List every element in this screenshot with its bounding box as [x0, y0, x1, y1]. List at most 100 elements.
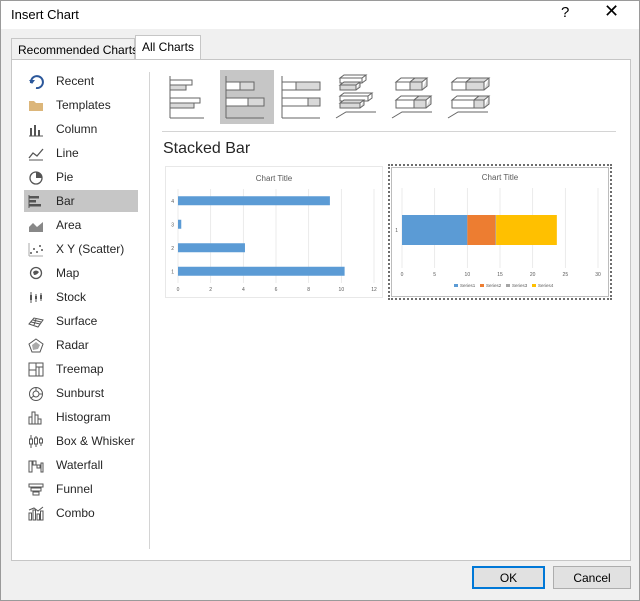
bar: [178, 219, 182, 229]
sidebar-item-x-y-scatter[interactable]: X Y (Scatter): [24, 238, 138, 260]
sidebar-item-area[interactable]: Area: [24, 214, 138, 236]
line-chart-icon: [28, 146, 44, 161]
subtype-3d-stacked-bar-icon[interactable]: [388, 70, 442, 124]
subtype-stacked-bar-icon[interactable]: [220, 70, 274, 124]
sidebar-item-label: Waterfall: [56, 458, 103, 472]
sidebar-item-pie[interactable]: Pie: [24, 166, 138, 188]
folder-icon: [28, 98, 44, 112]
legend-swatch: [506, 284, 510, 287]
x-tick-label: 10: [465, 272, 471, 278]
horizontal-divider: [162, 131, 616, 132]
y-tick-label: 1: [171, 269, 174, 275]
chart-preview-2[interactable]: Chart Title 0 5 10 15 20 25 30 1 Series1 Series2 S…: [388, 164, 612, 300]
selected-chart-name: Stacked Bar: [163, 140, 251, 157]
sidebar-item-funnel[interactable]: Funnel: [24, 478, 138, 500]
sidebar-item-label: Line: [56, 146, 79, 160]
x-tick-label: 5: [433, 272, 436, 278]
sidebar-item-label: Templates: [56, 98, 111, 112]
cancel-button[interactable]: Cancel: [553, 566, 631, 589]
sidebar-item-label: Sunburst: [56, 386, 105, 400]
sidebar-item-label: Funnel: [56, 482, 93, 496]
legend-swatch: [454, 284, 458, 287]
waterfall-icon: [28, 458, 44, 473]
y-tick-label: 1: [395, 228, 398, 234]
sidebar-item-recent[interactable]: Recent: [24, 70, 138, 92]
x-tick-label: 30: [595, 272, 601, 278]
sidebar-item-label: Column: [56, 122, 98, 136]
sidebar-item-map[interactable]: Map: [24, 262, 138, 284]
sidebar-item-stock[interactable]: Stock: [24, 286, 138, 308]
tab-all-charts[interactable]: All Charts: [135, 35, 201, 60]
subtype-3d-clustered-bar-icon[interactable]: [332, 70, 386, 124]
area-chart-icon: [28, 218, 44, 232]
x-tick-label: 4: [242, 287, 245, 293]
sidebar-item-label: X Y (Scatter): [56, 242, 125, 256]
sidebar-item-sunburst[interactable]: Sunburst: [24, 382, 138, 404]
sidebar-item-label: Combo: [56, 506, 95, 520]
sidebar-item-surface[interactable]: Surface: [24, 310, 138, 332]
scatter-chart-icon: [28, 242, 44, 257]
sidebar-item-line[interactable]: Line: [24, 142, 138, 164]
x-tick-label: 20: [530, 272, 536, 278]
title-bar: Insert Chart ? ✕: [1, 1, 639, 29]
sidebar-item-combo[interactable]: Combo: [24, 502, 138, 524]
stacked-bar-chart-preview: 0 5 10 15 20 25 30 1 Series1 Series2 Series3 Series…: [395, 188, 601, 288]
sidebar-item-treemap[interactable]: Treemap: [24, 358, 138, 380]
legend-label: Series1: [460, 283, 476, 288]
sidebar-item-label: Recent: [56, 74, 95, 88]
funnel-icon: [28, 482, 44, 496]
x-tick-label: 10: [339, 287, 345, 293]
x-tick-label: 25: [563, 272, 569, 278]
all-charts-panel: Recent Templates Column Line Pie Bar Area X Y (…: [11, 59, 631, 561]
legend-label: Series3: [512, 283, 528, 288]
vertical-divider: [149, 72, 150, 549]
bar: [178, 266, 345, 276]
column-chart-icon: [28, 122, 44, 137]
subtype-clustered-bar-icon[interactable]: [164, 70, 218, 124]
histogram-icon: [28, 410, 44, 425]
x-tick-label: 0: [401, 272, 404, 278]
x-tick-label: 0: [177, 287, 180, 293]
radar-chart-icon: [28, 338, 44, 353]
sidebar-item-label: Stock: [56, 290, 87, 304]
sidebar-item-label: Treemap: [56, 362, 104, 376]
close-button[interactable]: ✕: [604, 1, 619, 22]
box-whisker-icon: [28, 434, 44, 448]
sidebar-item-column[interactable]: Column: [24, 118, 138, 140]
sidebar-item-box-whisker[interactable]: Box & Whisker: [24, 430, 138, 452]
y-tick-label: 3: [171, 222, 174, 228]
bar-chart-icon: [28, 194, 44, 208]
combo-chart-icon: [28, 506, 44, 521]
sidebar-item-label: Area: [56, 218, 82, 232]
subtype-3d-100-stacked-bar-icon[interactable]: [444, 70, 498, 124]
bar-segment: [495, 215, 497, 245]
surface-chart-icon: [28, 314, 44, 328]
x-tick-label: 8: [307, 287, 310, 293]
ok-button[interactable]: OK: [472, 566, 545, 589]
help-button[interactable]: ?: [561, 4, 569, 21]
x-tick-label: 2: [209, 287, 212, 293]
x-tick-label: 15: [497, 272, 503, 278]
bar-chart-preview: 0 2 4 6 8 10 121234: [171, 189, 377, 293]
map-chart-icon: [28, 266, 44, 280]
tab-recommended-charts[interactable]: Recommended Charts: [11, 38, 138, 60]
sidebar-item-waterfall[interactable]: Waterfall: [24, 454, 138, 476]
legend-label: Series4: [538, 283, 554, 288]
y-tick-label: 2: [171, 246, 174, 252]
sidebar-item-histogram[interactable]: Histogram: [24, 406, 138, 428]
sidebar-item-label: Pie: [56, 170, 74, 184]
bar: [178, 196, 330, 206]
sidebar-item-label: Surface: [56, 314, 98, 328]
sidebar-item-templates[interactable]: Templates: [24, 94, 138, 116]
sidebar-item-radar[interactable]: Radar: [24, 334, 138, 356]
legend-swatch: [480, 284, 484, 287]
sidebar-item-label: Map: [56, 266, 80, 280]
bar-segment: [402, 215, 468, 245]
y-tick-label: 4: [171, 199, 174, 205]
subtype-100-stacked-bar-icon[interactable]: [276, 70, 330, 124]
chart-preview-1[interactable]: Chart Title 0 2 4 6 8 10 12 1 2 3 4: [165, 166, 383, 298]
treemap-icon: [28, 362, 44, 377]
sidebar-item-bar[interactable]: Bar: [24, 190, 138, 212]
legend-label: Series2: [486, 283, 502, 288]
dialog-title: Insert Chart: [11, 7, 79, 22]
